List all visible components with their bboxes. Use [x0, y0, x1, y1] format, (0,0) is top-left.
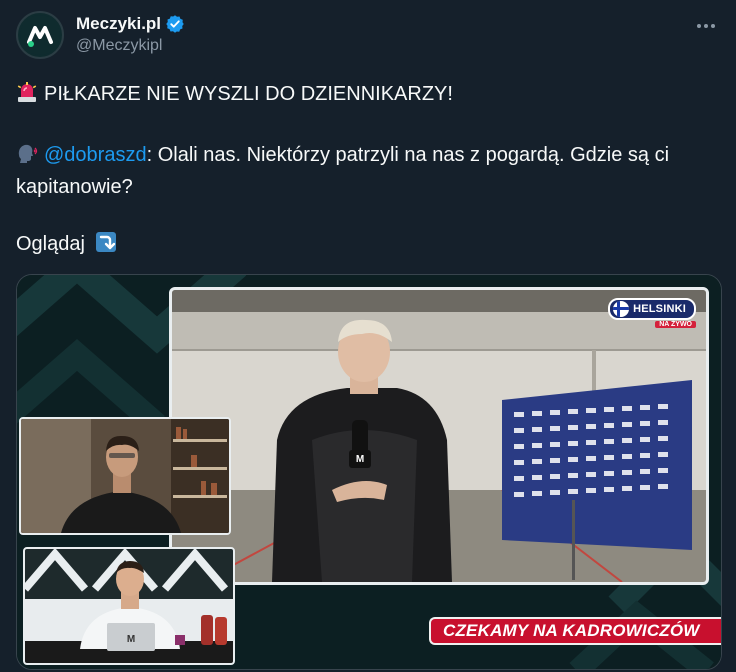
live-location-badge: HELSINKI NA ŻYWO — [608, 298, 696, 328]
studio-camera-feed: M — [23, 547, 235, 665]
badge-live: NA ŻYWO — [655, 321, 696, 328]
meczyki-logo-icon — [20, 15, 60, 55]
studio-scene-image: M — [25, 549, 233, 663]
mention-link[interactable]: @dobraszd — [44, 144, 147, 166]
tweet-watch: Oglądaj — [16, 230, 728, 262]
watch-label: Oglądaj — [16, 233, 85, 255]
tweet-card: Meczyki.pl @Meczykipl PIŁKARZE NIE WYSZL… — [0, 0, 736, 672]
finland-flag-icon — [613, 301, 630, 317]
guest-scene-image — [21, 419, 229, 533]
author-handle[interactable]: @Meczykipl — [76, 37, 162, 55]
arrow-curve-down-icon — [95, 231, 117, 262]
mic-logo-text: M — [356, 454, 364, 465]
author-name-row: Meczyki.pl — [76, 14, 185, 34]
badge-city: HELSINKI — [633, 303, 686, 315]
more-dot-icon — [704, 24, 708, 28]
police-light-icon — [16, 81, 38, 112]
more-options-button[interactable] — [692, 12, 720, 40]
news-ticker: CZEKAMY NA KADROWICZÓW — [429, 617, 721, 645]
ticker-text: CZEKAMY NA KADROWICZÓW — [443, 621, 700, 640]
speaking-head-icon — [16, 142, 38, 173]
laptop-logo-text: M — [127, 634, 135, 645]
more-dot-icon — [697, 24, 701, 28]
reporter-scene-image: M — [172, 290, 706, 582]
headline-text: PIŁKARZE NIE WYSZLI DO DZIENNIKARZY! — [44, 83, 453, 105]
more-dot-icon — [711, 24, 715, 28]
badge-city-pill: HELSINKI — [608, 298, 696, 320]
main-camera-feed: M HELSINKI NA ŻYWO — [169, 287, 709, 585]
author-avatar[interactable] — [16, 11, 64, 59]
video-media[interactable]: M HELSINKI NA ŻYWO M CZEKAMY NA KADROWIC… — [16, 274, 722, 670]
author-display-name[interactable]: Meczyki.pl — [76, 14, 161, 34]
tweet-headline: PIŁKARZE NIE WYSZLI DO DZIENNIKARZY! — [16, 80, 728, 112]
verified-badge-icon — [165, 14, 185, 34]
guest-camera-feed — [19, 417, 231, 535]
tweet-quote: @dobraszd: Olali nas. Niektórzy patrzyli… — [16, 141, 728, 202]
